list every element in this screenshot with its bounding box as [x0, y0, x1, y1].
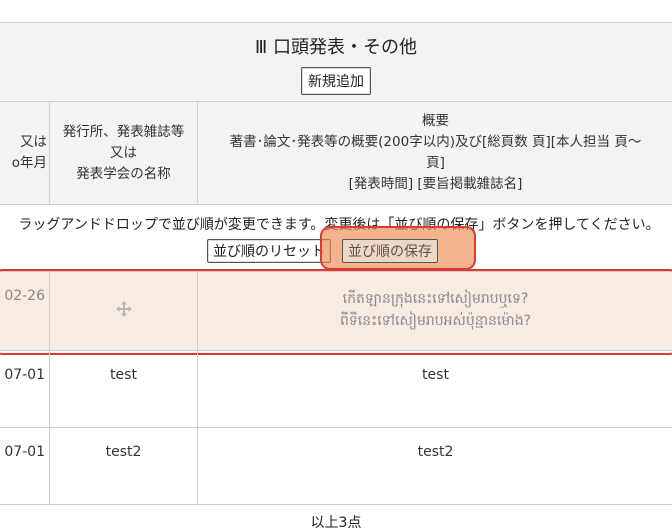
column-header-summary-line: 概要 [422, 113, 449, 129]
column-header-summary-line: [発表時間] [要旨掲載雑誌名] [348, 176, 523, 192]
save-order-button[interactable]: 並び順の保存 [342, 239, 438, 263]
summary-line: test [422, 367, 449, 383]
column-header-summary-line: 頁] [426, 155, 445, 171]
table-row-date[interactable]: 02-26 [0, 271, 50, 351]
move-arrows-icon[interactable] [115, 300, 133, 323]
table-row-summary[interactable]: test2 [197, 427, 672, 505]
column-header-summary-line: 著書･論文･発表等の概要(200字以内)及び[総頁数 頁][本人担当 頁～ [229, 134, 642, 150]
reset-order-button[interactable]: 並び順のリセット [207, 239, 331, 263]
summary-line: test2 [417, 444, 454, 460]
table-row-publisher[interactable]: test [49, 350, 198, 428]
table-row-date[interactable]: 07-01 [0, 350, 50, 428]
column-header-publisher-line: 発行所、発表雑誌等 [62, 123, 185, 140]
column-header-publisher-line: 発表学会の名称 [76, 165, 171, 182]
column-header-publisher: 発行所、発表雑誌等 又は 発表学会の名称 [49, 101, 198, 205]
add-new-button[interactable]: 新規追加 [301, 67, 371, 95]
column-header-date-line: 又は [20, 134, 47, 150]
column-header-summary: 概要 著書･論文･発表等の概要(200字以内)及び[総頁数 頁][本人担当 頁～… [197, 101, 672, 205]
column-header-publisher-line: 又は [110, 144, 137, 161]
result-count: 以上3点 [310, 515, 362, 531]
column-header-date-line: o年月 [11, 155, 47, 171]
section-header: Ⅲ 口頭発表・その他 新規追加 [0, 22, 672, 102]
table-row-summary[interactable]: test [197, 350, 672, 428]
summary-line: កើតឡានក្រុងនេះទៅសៀមរាបឬទេ? [342, 291, 529, 307]
table-row-summary[interactable]: កើតឡានក្រុងនេះទៅសៀមរាបឬទេ? ពីទីនេះទៅសៀមរ… [197, 271, 672, 351]
section-title: Ⅲ 口頭発表・その他 [254, 37, 418, 58]
table-row-publisher[interactable] [49, 271, 198, 351]
table-row-date[interactable]: 07-01 [0, 427, 50, 505]
table-row-publisher[interactable]: test2 [49, 427, 198, 505]
summary-line: ពីទីនេះទៅសៀមរាបអស់ប៉ុន្មានម៉ោង? [339, 313, 532, 329]
column-header-date: 又は o年月 [0, 101, 50, 205]
